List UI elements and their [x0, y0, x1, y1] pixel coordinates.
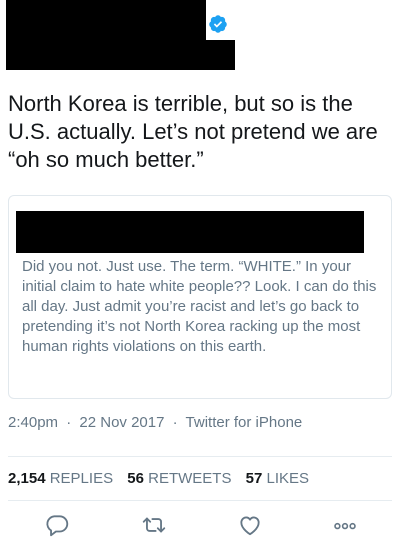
heart-icon[interactable] — [237, 512, 263, 538]
meta-separator: · — [66, 414, 72, 431]
likes-count[interactable]: 57 — [246, 470, 263, 487]
tweet-date[interactable]: 22 Nov 2017 — [79, 414, 164, 431]
tweet-text: North Korea is terrible, but so is the U… — [8, 91, 378, 172]
verified-badge-icon — [208, 14, 228, 34]
redacted-display-name — [6, 0, 206, 40]
tweet-stats: 2,154 REPLIES 56 RETWEETS 57 LIKES — [8, 470, 392, 487]
meta-separator: · — [172, 414, 178, 431]
retweets-label[interactable]: RETWEETS — [148, 470, 231, 487]
divider — [8, 456, 392, 457]
tweet-time[interactable]: 2:40pm — [8, 414, 58, 431]
replies-label[interactable]: REPLIES — [50, 470, 113, 487]
tweet-source: Twitter for iPhone — [185, 414, 303, 431]
tweet-actions — [0, 512, 400, 542]
quoted-tweet-card[interactable]: Did you not. Just use. The term. “WHITE.… — [8, 195, 392, 399]
more-icon[interactable] — [332, 512, 358, 538]
retweet-icon[interactable] — [141, 512, 167, 538]
reply-icon[interactable] — [44, 512, 70, 538]
tweet-meta: 2:40pm · 22 Nov 2017 · Twitter for iPhon… — [8, 414, 392, 431]
retweets-count[interactable]: 56 — [127, 470, 144, 487]
quoted-tweet-text: Did you not. Just use. The term. “WHITE.… — [22, 258, 377, 355]
replies-count[interactable]: 2,154 — [8, 470, 46, 487]
redacted-quoted-author — [16, 211, 364, 253]
redacted-username — [6, 40, 235, 70]
likes-label[interactable]: LIKES — [267, 470, 310, 487]
divider — [8, 500, 392, 501]
